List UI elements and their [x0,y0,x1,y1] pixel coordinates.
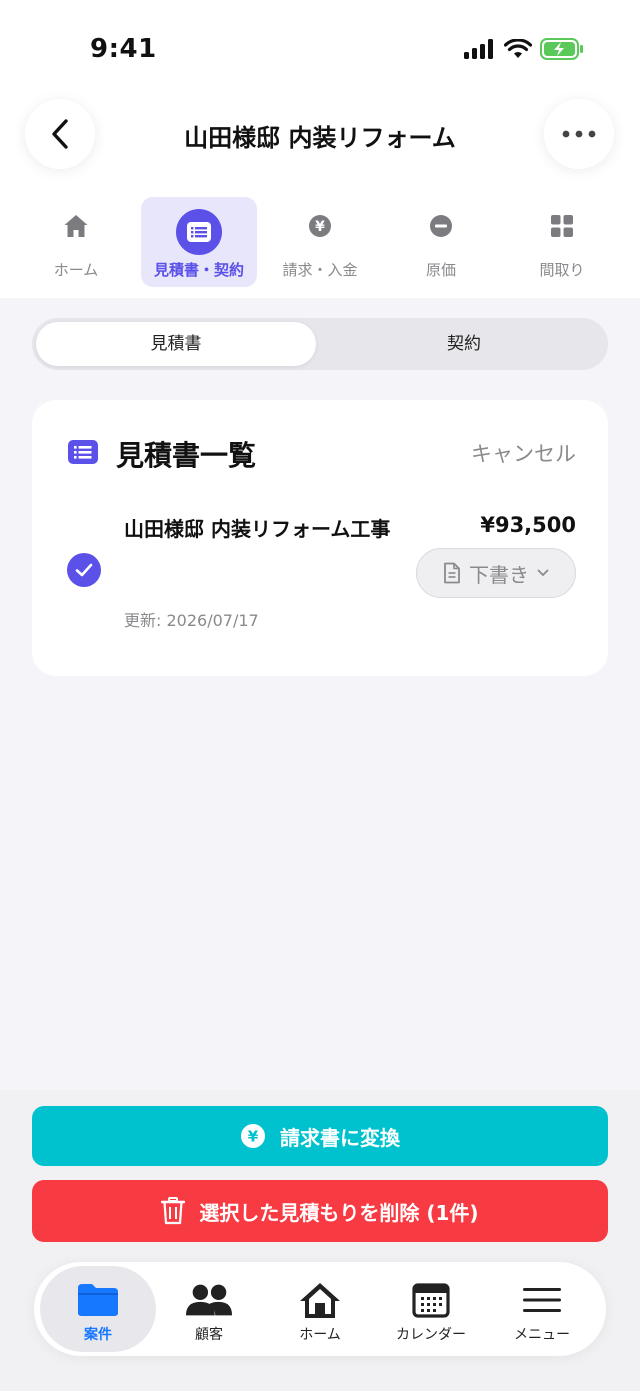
yen-icon: ¥ [241,1124,265,1148]
tab-invoice-payment[interactable]: ¥ 請求・入金 [262,197,378,287]
estimate-list-card: 見積書一覧 キャンセル 山田様邸 内装リフォーム工事 ¥93,500 下書き 更… [32,400,608,676]
tab-home[interactable]: ホーム [18,197,134,287]
cellular-signal-icon [464,39,493,59]
estimate-amount: ¥93,500 [480,513,576,537]
tab-floorplan[interactable]: 間取り [504,197,620,287]
status-bar: 9:41 [0,0,640,100]
wifi-icon [504,39,532,58]
document-icon [444,562,460,584]
battery-charging-icon [540,38,583,60]
convert-to-invoice-button[interactable]: ¥ 請求書に変換 [32,1106,608,1166]
yen-icon: ¥ [307,213,333,239]
updated-date: 更新: 2026/07/17 [124,611,259,630]
back-button[interactable] [25,99,95,169]
ellipsis-icon [562,130,596,138]
house-icon [296,1280,344,1320]
nav-label: カレンダー [396,1327,466,1343]
delete-selected-button[interactable]: 選択した見積もりを削除 (1件) [32,1180,608,1242]
document-list-icon [176,209,222,255]
status-dropdown[interactable]: 下書き [416,548,576,598]
folder-icon [74,1280,122,1320]
tab-label: ホーム [53,261,99,279]
status-label: 下書き [469,562,529,587]
svg-text:¥: ¥ [248,1128,259,1146]
house-icon [63,213,89,239]
bottom-navigation: 案件 顧客 ホーム カレンダー メニュー [34,1262,606,1356]
nav-menu[interactable]: メニュー [484,1266,600,1352]
cancel-button[interactable]: キャンセル [471,438,576,468]
delete-label: 選択した見積もりを削除 (1件) [199,1200,479,1225]
svg-text:¥: ¥ [315,219,325,235]
tab-cost[interactable]: 原価 [383,197,499,287]
nav-label: メニュー [514,1327,570,1343]
menu-icon [518,1280,566,1320]
document-list-icon [68,440,98,464]
nav-label: ホーム [299,1327,341,1343]
card-title: 見積書一覧 [116,439,257,472]
grid-icon [549,213,575,239]
selected-checkbox[interactable] [67,553,101,587]
nav-customers[interactable]: 顧客 [151,1266,267,1352]
more-options-button[interactable] [544,99,614,169]
page-title: 山田様邸 内装リフォーム [184,124,456,152]
segment-estimate[interactable]: 見積書 [36,322,316,366]
people-icon [185,1280,233,1320]
tab-label: 間取り [539,261,585,279]
nav-label: 案件 [84,1327,112,1343]
minus-circle-icon [428,213,454,239]
tab-estimate-contract[interactable]: 見積書・契約 [141,197,257,287]
convert-label: 請求書に変換 [280,1125,400,1150]
chevron-left-icon [52,119,68,149]
nav-calendar[interactable]: カレンダー [373,1266,489,1352]
checkmark-icon [75,563,93,577]
nav-home[interactable]: ホーム [262,1266,378,1352]
calendar-icon [407,1280,455,1320]
nav-label: 顧客 [195,1327,223,1343]
tab-label: 見積書・契約 [153,261,244,279]
chevron-down-icon [537,569,549,577]
status-icons [464,38,584,60]
header: 山田様邸 内装リフォーム [0,96,640,176]
document-type-segment: 見積書 契約 [32,318,608,370]
trash-icon [161,1197,186,1225]
nav-projects[interactable]: 案件 [40,1266,156,1352]
estimate-name[interactable]: 山田様邸 内装リフォーム工事 [124,513,390,542]
segment-contract[interactable]: 契約 [324,322,604,366]
status-time: 9:41 [90,34,157,64]
tab-label: 請求・入金 [282,261,358,279]
project-tabs: ホーム 見積書・契約 ¥ 請求・入金 原価 間取り [0,192,640,292]
tab-label: 原価 [425,261,456,279]
